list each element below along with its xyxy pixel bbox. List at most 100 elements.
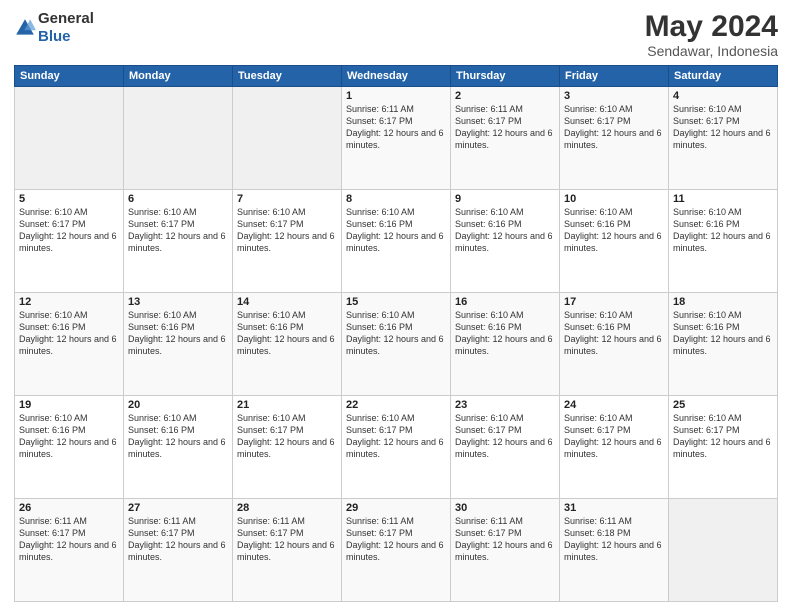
calendar-cell-1-2: 7Sunrise: 6:10 AMSunset: 6:17 PMDaylight… — [233, 190, 342, 293]
header-wednesday: Wednesday — [342, 66, 451, 87]
calendar-cell-1-0: 5Sunrise: 6:10 AMSunset: 6:17 PMDaylight… — [15, 190, 124, 293]
calendar-cell-1-1: 6Sunrise: 6:10 AMSunset: 6:17 PMDaylight… — [124, 190, 233, 293]
day-number: 29 — [346, 502, 446, 514]
day-number: 10 — [564, 193, 664, 205]
calendar-cell-4-4: 30Sunrise: 6:11 AMSunset: 6:17 PMDayligh… — [451, 499, 560, 602]
day-number: 19 — [19, 399, 119, 411]
day-number: 21 — [237, 399, 337, 411]
logo: General Blue — [14, 10, 94, 46]
day-info: Sunrise: 6:10 AMSunset: 6:16 PMDaylight:… — [673, 206, 773, 255]
header-saturday: Saturday — [669, 66, 778, 87]
calendar-cell-0-3: 1Sunrise: 6:11 AMSunset: 6:17 PMDaylight… — [342, 87, 451, 190]
day-info: Sunrise: 6:10 AMSunset: 6:16 PMDaylight:… — [346, 309, 446, 358]
day-info: Sunrise: 6:10 AMSunset: 6:16 PMDaylight:… — [564, 309, 664, 358]
day-info: Sunrise: 6:11 AMSunset: 6:17 PMDaylight:… — [455, 515, 555, 564]
day-info: Sunrise: 6:10 AMSunset: 6:17 PMDaylight:… — [19, 206, 119, 255]
title-block: May 2024 Sendawar, Indonesia — [645, 10, 778, 59]
calendar-cell-4-2: 28Sunrise: 6:11 AMSunset: 6:17 PMDayligh… — [233, 499, 342, 602]
calendar-cell-1-4: 9Sunrise: 6:10 AMSunset: 6:16 PMDaylight… — [451, 190, 560, 293]
calendar-cell-3-4: 23Sunrise: 6:10 AMSunset: 6:17 PMDayligh… — [451, 396, 560, 499]
day-info: Sunrise: 6:10 AMSunset: 6:17 PMDaylight:… — [564, 103, 664, 152]
calendar-cell-2-5: 17Sunrise: 6:10 AMSunset: 6:16 PMDayligh… — [560, 293, 669, 396]
header-tuesday: Tuesday — [233, 66, 342, 87]
day-info: Sunrise: 6:10 AMSunset: 6:16 PMDaylight:… — [237, 309, 337, 358]
day-info: Sunrise: 6:11 AMSunset: 6:17 PMDaylight:… — [455, 103, 555, 152]
week-row-2: 5Sunrise: 6:10 AMSunset: 6:17 PMDaylight… — [15, 190, 778, 293]
day-number: 25 — [673, 399, 773, 411]
day-info: Sunrise: 6:11 AMSunset: 6:17 PMDaylight:… — [346, 103, 446, 152]
day-info: Sunrise: 6:11 AMSunset: 6:17 PMDaylight:… — [19, 515, 119, 564]
calendar-cell-4-0: 26Sunrise: 6:11 AMSunset: 6:17 PMDayligh… — [15, 499, 124, 602]
day-number: 11 — [673, 193, 773, 205]
header-thursday: Thursday — [451, 66, 560, 87]
day-info: Sunrise: 6:11 AMSunset: 6:18 PMDaylight:… — [564, 515, 664, 564]
day-number: 1 — [346, 90, 446, 102]
day-number: 14 — [237, 296, 337, 308]
calendar-cell-2-4: 16Sunrise: 6:10 AMSunset: 6:16 PMDayligh… — [451, 293, 560, 396]
page: General Blue May 2024 Sendawar, Indonesi… — [0, 0, 792, 612]
day-number: 26 — [19, 502, 119, 514]
day-info: Sunrise: 6:10 AMSunset: 6:16 PMDaylight:… — [128, 412, 228, 461]
weekday-header-row: Sunday Monday Tuesday Wednesday Thursday… — [15, 66, 778, 87]
calendar-cell-0-1 — [124, 87, 233, 190]
calendar-cell-3-1: 20Sunrise: 6:10 AMSunset: 6:16 PMDayligh… — [124, 396, 233, 499]
day-info: Sunrise: 6:10 AMSunset: 6:16 PMDaylight:… — [128, 309, 228, 358]
day-number: 2 — [455, 90, 555, 102]
calendar-cell-0-5: 3Sunrise: 6:10 AMSunset: 6:17 PMDaylight… — [560, 87, 669, 190]
calendar-cell-2-0: 12Sunrise: 6:10 AMSunset: 6:16 PMDayligh… — [15, 293, 124, 396]
day-info: Sunrise: 6:10 AMSunset: 6:16 PMDaylight:… — [673, 309, 773, 358]
calendar-cell-2-2: 14Sunrise: 6:10 AMSunset: 6:16 PMDayligh… — [233, 293, 342, 396]
logo-text: General Blue — [38, 10, 94, 46]
day-info: Sunrise: 6:10 AMSunset: 6:17 PMDaylight:… — [673, 412, 773, 461]
calendar-cell-4-3: 29Sunrise: 6:11 AMSunset: 6:17 PMDayligh… — [342, 499, 451, 602]
day-number: 28 — [237, 502, 337, 514]
calendar-cell-4-5: 31Sunrise: 6:11 AMSunset: 6:18 PMDayligh… — [560, 499, 669, 602]
header-friday: Friday — [560, 66, 669, 87]
calendar-cell-0-4: 2Sunrise: 6:11 AMSunset: 6:17 PMDaylight… — [451, 87, 560, 190]
logo-blue: Blue — [38, 28, 71, 45]
day-number: 3 — [564, 90, 664, 102]
calendar-cell-3-3: 22Sunrise: 6:10 AMSunset: 6:17 PMDayligh… — [342, 396, 451, 499]
day-info: Sunrise: 6:10 AMSunset: 6:17 PMDaylight:… — [564, 412, 664, 461]
calendar-cell-2-1: 13Sunrise: 6:10 AMSunset: 6:16 PMDayligh… — [124, 293, 233, 396]
logo-icon — [14, 17, 36, 39]
day-info: Sunrise: 6:11 AMSunset: 6:17 PMDaylight:… — [128, 515, 228, 564]
day-number: 8 — [346, 193, 446, 205]
day-number: 23 — [455, 399, 555, 411]
day-number: 17 — [564, 296, 664, 308]
calendar-cell-3-2: 21Sunrise: 6:10 AMSunset: 6:17 PMDayligh… — [233, 396, 342, 499]
day-info: Sunrise: 6:10 AMSunset: 6:17 PMDaylight:… — [455, 412, 555, 461]
day-number: 15 — [346, 296, 446, 308]
day-number: 30 — [455, 502, 555, 514]
day-info: Sunrise: 6:11 AMSunset: 6:17 PMDaylight:… — [237, 515, 337, 564]
day-number: 6 — [128, 193, 228, 205]
day-info: Sunrise: 6:10 AMSunset: 6:17 PMDaylight:… — [346, 412, 446, 461]
day-number: 13 — [128, 296, 228, 308]
day-info: Sunrise: 6:10 AMSunset: 6:17 PMDaylight:… — [237, 206, 337, 255]
day-number: 9 — [455, 193, 555, 205]
day-info: Sunrise: 6:10 AMSunset: 6:16 PMDaylight:… — [455, 206, 555, 255]
day-number: 18 — [673, 296, 773, 308]
calendar-cell-3-5: 24Sunrise: 6:10 AMSunset: 6:17 PMDayligh… — [560, 396, 669, 499]
header: General Blue May 2024 Sendawar, Indonesi… — [14, 10, 778, 59]
day-info: Sunrise: 6:11 AMSunset: 6:17 PMDaylight:… — [346, 515, 446, 564]
calendar-cell-3-6: 25Sunrise: 6:10 AMSunset: 6:17 PMDayligh… — [669, 396, 778, 499]
calendar-cell-3-0: 19Sunrise: 6:10 AMSunset: 6:16 PMDayligh… — [15, 396, 124, 499]
day-info: Sunrise: 6:10 AMSunset: 6:17 PMDaylight:… — [673, 103, 773, 152]
header-sunday: Sunday — [15, 66, 124, 87]
week-row-3: 12 Sunrise: 6:10 AMSunset: 6:16 PMDayligh… — [15, 293, 778, 396]
calendar-cell-2-6: 18Sunrise: 6:10 AMSunset: 6:16 PMDayligh… — [669, 293, 778, 396]
day-number: 12 — [19, 296, 119, 308]
day-number: 31 — [564, 502, 664, 514]
week-row-1: 1Sunrise: 6:11 AMSunset: 6:17 PMDaylight… — [15, 87, 778, 190]
day-number: 27 — [128, 502, 228, 514]
day-info: Sunrise: 6:10 AMSunset: 6:16 PMDaylight:… — [346, 206, 446, 255]
day-info: Sunrise: 6:10 AMSunset: 6:17 PMDaylight:… — [128, 206, 228, 255]
day-number: 22 — [346, 399, 446, 411]
day-number: 24 — [564, 399, 664, 411]
title-month: May 2024 — [645, 10, 778, 43]
day-info: Sunrise: 6:10 AMSunset: 6:16 PMDaylight:… — [564, 206, 664, 255]
logo-general: General — [38, 10, 94, 27]
header-monday: Monday — [124, 66, 233, 87]
week-row-4: 19 Sunrise: 6:10 AMSunset: 6:16 PMDayligh… — [15, 396, 778, 499]
